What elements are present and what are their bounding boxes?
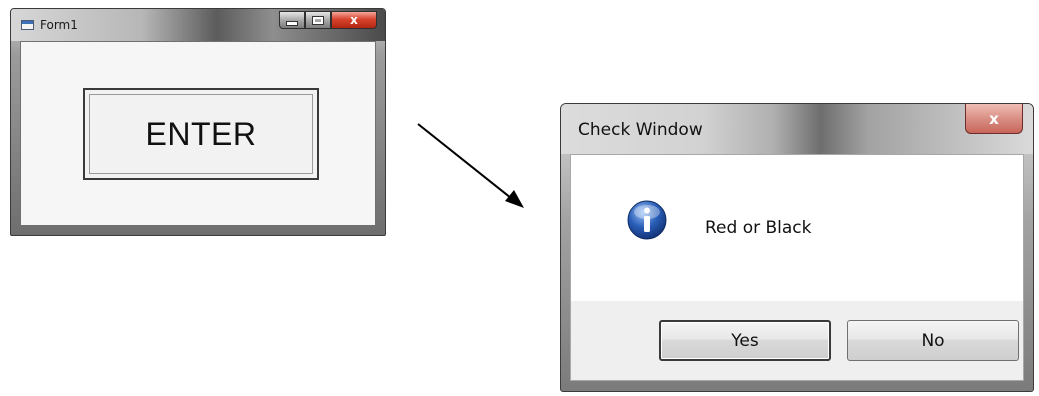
form1-client-area: ENTER bbox=[20, 41, 376, 226]
form-window-icon bbox=[21, 20, 34, 30]
minimize-button[interactable] bbox=[279, 11, 305, 29]
close-icon: x bbox=[989, 109, 999, 128]
window-controls: x bbox=[279, 11, 377, 29]
yes-button[interactable]: Yes bbox=[659, 320, 831, 361]
maximize-icon bbox=[313, 16, 323, 24]
form1-window: Form1 x ENTER bbox=[10, 8, 386, 236]
close-icon: x bbox=[350, 13, 358, 27]
minimize-icon bbox=[286, 20, 298, 26]
dialog-close-button[interactable]: x bbox=[965, 104, 1023, 134]
check-window-dialog: Check Window x Red or Black Yes No bbox=[560, 103, 1034, 392]
form1-title: Form1 bbox=[40, 18, 78, 32]
form1-close-button[interactable]: x bbox=[331, 11, 377, 29]
arrow-icon bbox=[417, 123, 524, 208]
dialog-message: Red or Black bbox=[705, 218, 812, 238]
dialog-title: Check Window bbox=[578, 120, 703, 140]
enter-button[interactable]: ENTER bbox=[83, 88, 319, 180]
no-button[interactable]: No bbox=[847, 320, 1019, 361]
maximize-button[interactable] bbox=[305, 11, 331, 29]
dialog-button-bar: Yes No bbox=[570, 301, 1024, 381]
info-icon bbox=[627, 200, 667, 240]
form1-titlebar[interactable]: Form1 x bbox=[11, 9, 385, 41]
dialog-content: Red or Black bbox=[570, 154, 1024, 301]
dialog-titlebar[interactable]: Check Window x bbox=[561, 104, 1033, 154]
